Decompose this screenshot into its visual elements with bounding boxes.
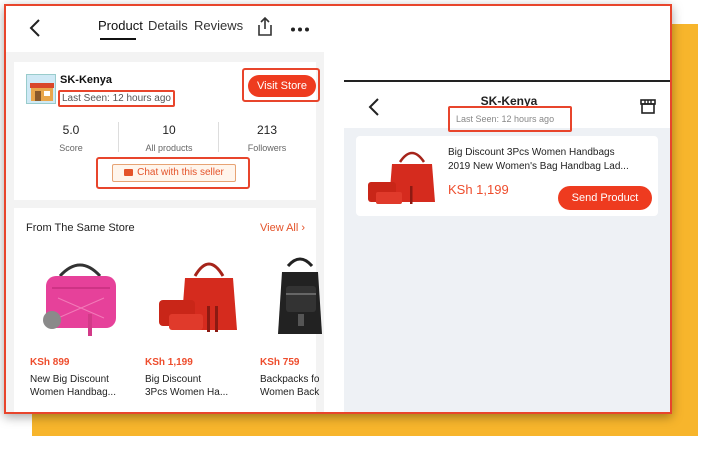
product-name: New Big Discount Women Handbag... <box>30 374 116 398</box>
visit-store-button[interactable]: Visit Store <box>248 75 316 97</box>
tab-details[interactable]: Details <box>148 18 188 33</box>
last-seen-status: Last Seen: 12 hours ago <box>58 90 175 107</box>
chat-header: SK-Kenya Last Seen: 12 hours ago <box>344 82 670 132</box>
stat-label: Followers <box>247 143 287 153</box>
stat-value: 10 <box>162 123 176 137</box>
product-card[interactable]: KSh 899 New Big Discount Women Handbag... <box>30 248 142 399</box>
chat-bubble-icon <box>124 169 134 176</box>
last-seen-highlight: Last Seen: 12 hours ago <box>448 106 572 132</box>
product-page-panel: Product Details Reviews SK-Kenya Last Se… <box>6 6 324 412</box>
product-name: Big Discount 3Pcs Women Ha... <box>145 374 229 398</box>
visit-store-highlight: Visit Store <box>242 68 320 102</box>
shop-name[interactable]: SK-Kenya <box>60 74 112 86</box>
active-tab-indicator <box>100 38 136 40</box>
red-handbag-set-image <box>159 262 237 332</box>
last-seen-status: Last Seen: 12 hours ago <box>456 114 555 124</box>
product-card[interactable]: KSh 1,199 Big Discount 3Pcs Women Ha... <box>145 248 257 399</box>
product-price: KSh 1,199 <box>145 357 193 368</box>
stat-followers: 213 Followers <box>218 123 316 153</box>
product-preview-card: Big Discount 3Pcs Women Handbags 2019 New… <box>356 136 658 216</box>
chevron-right-icon: › <box>301 222 306 234</box>
more-options-icon[interactable] <box>290 27 310 32</box>
chat-seller-highlight: Chat with this seller <box>96 157 250 189</box>
product-price: KSh 1,199 <box>448 182 509 197</box>
stat-score: 5.0 Score <box>22 123 120 153</box>
seller-card: SK-Kenya Last Seen: 12 hours ago Visit S… <box>14 62 320 200</box>
same-store-section: From The Same Store View All › KSh 899 N… <box>14 208 322 412</box>
stat-label: Score <box>59 143 83 153</box>
chat-button-label: Chat with this seller <box>137 167 224 178</box>
back-arrow-icon[interactable] <box>28 18 42 38</box>
view-all-link[interactable]: View All › <box>260 222 305 234</box>
pink-handbag-image <box>43 263 116 336</box>
top-nav-bar: Product Details Reviews <box>6 6 324 52</box>
red-handbag-set-image <box>368 151 435 204</box>
stat-value: 213 <box>256 123 278 137</box>
chat-with-seller-button[interactable]: Chat with this seller <box>112 164 236 182</box>
stat-divider <box>118 122 119 152</box>
product-price: KSh 899 <box>30 357 70 368</box>
stat-label: All products <box>145 143 193 153</box>
store-icon[interactable] <box>640 98 656 114</box>
tab-reviews[interactable]: Reviews <box>194 18 243 33</box>
section-title: From The Same Store <box>26 222 135 234</box>
comparison-frame: Product Details Reviews SK-Kenya Last Se… <box>4 4 672 414</box>
chat-page-panel: SK-Kenya Last Seen: 12 hours ago Big Dis… <box>344 80 670 412</box>
shop-avatar[interactable] <box>26 74 56 104</box>
stat-value: 5.0 <box>62 123 80 137</box>
stat-all-products[interactable]: 10 All products <box>120 123 218 153</box>
screenshot-stage: Product Details Reviews SK-Kenya Last Se… <box>0 0 728 451</box>
send-product-button[interactable]: Send Product <box>558 186 652 210</box>
product-title: Big Discount 3Pcs Women Handbags 2019 New… <box>448 147 629 172</box>
share-icon[interactable] <box>255 16 275 38</box>
tab-product[interactable]: Product <box>98 18 143 33</box>
